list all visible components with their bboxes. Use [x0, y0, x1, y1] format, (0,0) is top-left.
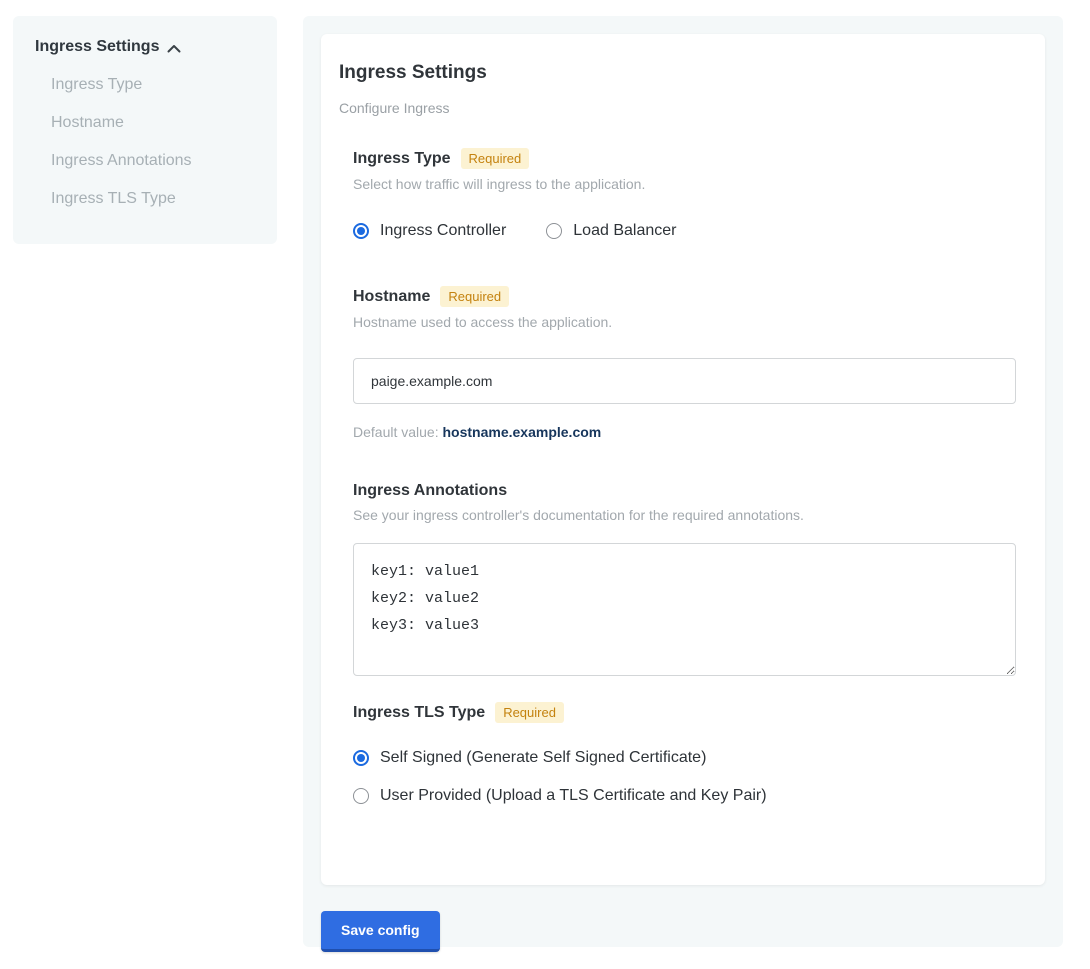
sidebar-item-list: Ingress Type Hostname Ingress Annotation… [35, 66, 257, 218]
section-hostname: Hostname Required Hostname used to acces… [353, 286, 1015, 440]
radio-self-signed[interactable]: Self Signed (Generate Self Signed Certif… [353, 749, 1015, 767]
page-subtitle: Configure Ingress [339, 100, 1015, 116]
sidebar-group-ingress-settings[interactable]: Ingress Settings [35, 38, 257, 56]
sidebar-item-ingress-annotations[interactable]: Ingress Annotations [35, 142, 257, 180]
radio-unselected-icon [546, 223, 562, 239]
section-ingress-annotations: Ingress Annotations See your ingress con… [353, 482, 1015, 676]
ingress-type-options: Ingress Controller Load Balancer [353, 222, 1015, 240]
ingress-type-label: Ingress Type [353, 150, 451, 168]
annotations-help: See your ingress controller's documentat… [353, 507, 1015, 523]
default-value-link[interactable]: hostname.example.com [443, 424, 602, 440]
sidebar-item-ingress-type[interactable]: Ingress Type [35, 66, 257, 104]
radio-label: Self Signed (Generate Self Signed Certif… [380, 749, 706, 767]
hostname-default-line: Default value: hostname.example.com [353, 424, 1015, 440]
default-value-prefix: Default value: [353, 424, 439, 440]
radio-user-provided[interactable]: User Provided (Upload a TLS Certificate … [353, 787, 1015, 805]
annotations-label: Ingress Annotations [353, 482, 507, 500]
section-ingress-tls-type: Ingress TLS Type Required Self Signed (G… [353, 702, 1015, 805]
hostname-help: Hostname used to access the application. [353, 314, 1015, 330]
sidebar-group-title: Ingress Settings [35, 38, 159, 56]
sidebar-item-hostname[interactable]: Hostname [35, 104, 257, 142]
config-panel: Ingress Settings Configure Ingress Ingre… [303, 16, 1063, 947]
radio-ingress-controller[interactable]: Ingress Controller [353, 222, 506, 240]
ingress-settings-card: Ingress Settings Configure Ingress Ingre… [321, 34, 1045, 885]
radio-selected-icon [353, 750, 369, 766]
tls-type-options: Self Signed (Generate Self Signed Certif… [353, 749, 1015, 805]
radio-label: Ingress Controller [380, 222, 506, 240]
annotations-textarea[interactable]: key1: value1 key2: value2 key3: value3 [353, 543, 1016, 676]
sidebar-item-ingress-tls-type[interactable]: Ingress TLS Type [35, 180, 257, 218]
tls-type-label: Ingress TLS Type [353, 704, 485, 722]
chevron-up-icon [167, 44, 181, 53]
hostname-input[interactable] [353, 358, 1016, 404]
radio-load-balancer[interactable]: Load Balancer [546, 222, 676, 240]
radio-selected-icon [353, 223, 369, 239]
required-badge: Required [495, 702, 564, 723]
section-ingress-type: Ingress Type Required Select how traffic… [353, 148, 1015, 240]
radio-label: User Provided (Upload a TLS Certificate … [380, 787, 767, 805]
config-nav-sidebar: Ingress Settings Ingress Type Hostname I… [13, 16, 277, 244]
radio-label: Load Balancer [573, 222, 676, 240]
page-title: Ingress Settings [339, 62, 1015, 84]
required-badge: Required [440, 286, 509, 307]
save-config-button[interactable]: Save config [321, 911, 440, 952]
ingress-type-help: Select how traffic will ingress to the a… [353, 176, 1015, 192]
radio-unselected-icon [353, 788, 369, 804]
hostname-label: Hostname [353, 288, 430, 306]
required-badge: Required [461, 148, 530, 169]
